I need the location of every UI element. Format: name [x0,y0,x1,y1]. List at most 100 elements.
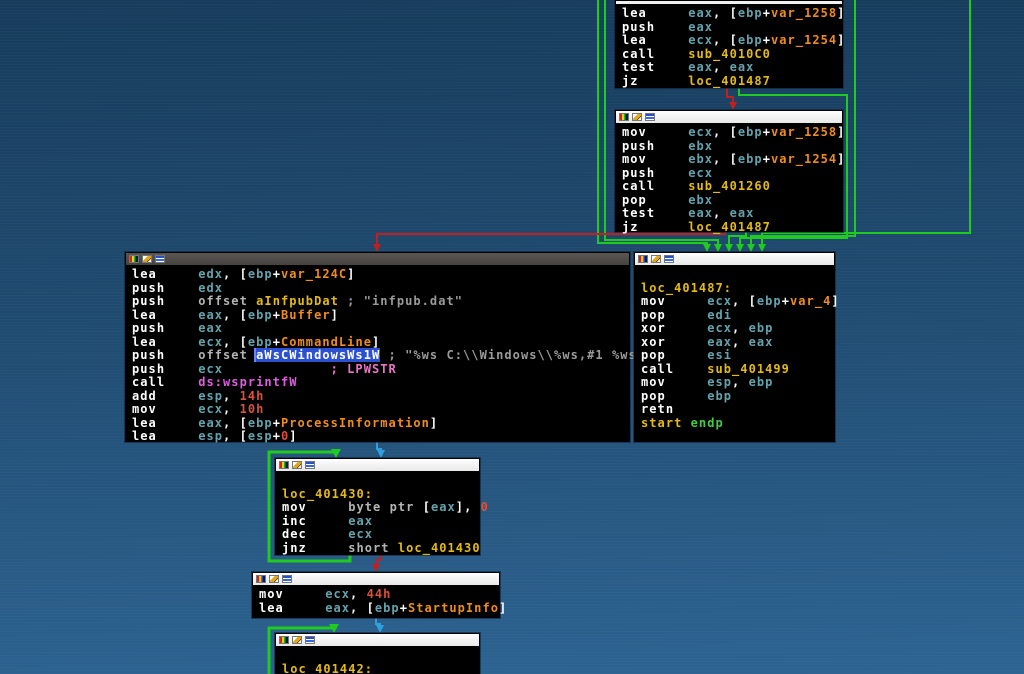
asm-line[interactable]: lea eax, [ebp+StartupInfo] [259,602,499,616]
node-color-icon[interactable] [256,575,266,583]
node-titlebar[interactable] [253,573,499,586]
asm-line[interactable]: mov esp, ebp [641,376,834,390]
asm-line[interactable]: call sub_401260 [622,180,842,194]
asm-line[interactable]: mov ebx, [ebp+var_1254] [622,153,842,167]
asm-line[interactable]: lea ecx, [ebp+CommandLine] [132,336,629,350]
asm-line[interactable]: test eax, eax [622,207,842,221]
node-titlebar[interactable] [276,634,479,647]
asm-line[interactable]: retn [641,403,834,417]
asm-token-w: ] [837,6,845,20]
asm-line[interactable]: push offset aInfpubDat ; "infpub.dat" [132,295,629,309]
edit-node-icon[interactable] [292,461,302,469]
edit-node-icon[interactable] [292,636,302,644]
graph-canvas[interactable]: lea eax, [ebp+var_1258]push eaxlea ecx, … [0,0,1024,674]
asm-line[interactable]: jz loc_401487 [622,75,842,89]
edit-node-icon[interactable] [269,575,279,583]
node-color-icon[interactable] [129,255,139,263]
asm-line[interactable]: mov ecx, [ebp+var_1258] [622,126,842,140]
node-color-icon[interactable] [638,255,648,263]
asm-token-w: ] [456,500,464,514]
asm-line[interactable]: mov ecx, 44h [259,588,499,602]
asm-token-m: call [622,47,688,61]
graph-node-loc-401442[interactable]: loc_401442: [275,633,480,674]
asm-line[interactable]: pop ebp [641,390,834,404]
asm-line[interactable]: push ecx ; LPWSTR [132,363,629,377]
node-titlebar[interactable] [635,253,834,266]
disassembly-text: lea eax, [ebp+var_1258]push eaxlea ecx, … [616,5,842,88]
asm-line[interactable]: lea eax, [ebp+ProcessInformation] [132,417,629,431]
asm-line[interactable]: loc_401442: [282,663,479,674]
asm-line[interactable]: lea eax, [ebp+var_1258] [622,7,842,21]
asm-token-w: , [223,402,240,416]
asm-token-i: ds:wsprintfW [198,375,297,389]
group-node-icon[interactable] [305,461,315,469]
asm-token-m: add [132,389,198,403]
asm-line[interactable]: pop esi [641,349,834,363]
node-titlebar[interactable] [276,459,479,472]
asm-line[interactable]: push edx [132,282,629,296]
asm-line[interactable]: inc eax [282,515,479,529]
asm-line[interactable]: add esp, 14h [132,390,629,404]
asm-line[interactable]: call ds:wsprintfW [132,376,629,390]
asm-token-m: push [132,281,198,295]
asm-line[interactable]: pop ebx [622,194,842,208]
asm-line[interactable]: xor eax, eax [641,336,834,350]
group-node-icon[interactable] [282,575,292,583]
graph-node-call-sub401260[interactable]: mov ecx, [ebp+var_1258]push ebxmov ebx, … [615,110,843,232]
edit-node-icon[interactable] [142,255,152,263]
asm-token-r: ecx [198,402,223,416]
asm-line[interactable]: lea edx, [ebp+var_124C] [132,268,629,282]
node-color-icon[interactable] [279,636,289,644]
asm-line[interactable]: jz loc_401487 [622,221,842,235]
asm-line[interactable]: pop edi [641,309,834,323]
graph-node-loc-401487[interactable]: loc_401487:mov ecx, [ebp+var_4]pop edixo… [634,252,835,442]
asm-line[interactable]: call sub_401499 [641,363,834,377]
graph-node-loc-401430[interactable]: loc_401430:mov byte ptr [eax], 0inc eaxd… [275,458,480,555]
asm-line[interactable]: loc_401430: [282,488,479,502]
asm-line[interactable] [282,649,479,663]
graph-node-top-call-sub4010C0[interactable]: lea eax, [ebp+var_1258]push eaxlea ecx, … [615,0,843,88]
asm-line[interactable]: push eax [132,322,629,336]
asm-line[interactable]: test eax, eax [622,61,842,75]
node-color-icon[interactable] [619,113,629,121]
asm-token-k: short [348,541,398,555]
asm-line[interactable]: loc_401487: [641,282,834,296]
asm-line[interactable]: lea eax, [ebp+Buffer] [132,309,629,323]
asm-token-n: loc_401487 [688,220,771,234]
node-titlebar[interactable] [126,253,629,266]
asm-line[interactable]: push eax [622,21,842,35]
asm-token-m: pop [641,308,707,322]
group-node-icon[interactable] [645,113,655,121]
asm-token-w: ] [372,335,380,349]
asm-line[interactable]: lea ecx, [ebp+var_1254] [622,34,842,48]
node-titlebar[interactable] [616,111,842,124]
node-color-icon[interactable] [279,461,289,469]
asm-line[interactable] [282,474,479,488]
asm-line[interactable]: xor ecx, ebp [641,322,834,336]
group-node-icon[interactable] [155,255,165,263]
edge-offscreen-right-1-arrowhead [747,244,755,252]
asm-line[interactable]: start endp [641,417,834,431]
asm-line[interactable]: push offset aWsCWindowsWs1W ; "%ws C:\\W… [132,349,629,363]
graph-node-wsprintf-block[interactable]: lea edx, [ebp+var_124C]push edxpush offs… [125,252,630,442]
asm-token-w: , [ [713,125,738,139]
group-node-icon[interactable] [305,636,315,644]
asm-line[interactable]: dec ecx [282,528,479,542]
group-node-icon[interactable] [664,255,674,263]
asm-line[interactable]: push ecx [622,167,842,181]
asm-line[interactable]: push ebx [622,140,842,154]
edit-node-icon[interactable] [651,255,661,263]
asm-token-m: inc [282,514,348,528]
graph-node-startupinfo[interactable]: mov ecx, 44hlea eax, [ebp+StartupInfo] [252,572,500,618]
asm-line[interactable]: mov ecx, [ebp+var_4] [641,295,834,309]
asm-line[interactable]: jnz short loc_401430 [282,542,479,556]
asm-token-n: loc_401430 [398,541,481,555]
asm-token-m: push [132,294,198,308]
asm-line[interactable]: mov ecx, 10h [132,403,629,417]
asm-line[interactable] [641,268,834,282]
asm-line[interactable]: mov byte ptr [eax], 0 [282,501,479,515]
edit-node-icon[interactable] [632,113,642,121]
asm-token-r: esp [707,375,732,389]
asm-line[interactable]: call sub_4010C0 [622,48,842,62]
asm-line[interactable]: lea esp, [esp+0] [132,430,629,444]
